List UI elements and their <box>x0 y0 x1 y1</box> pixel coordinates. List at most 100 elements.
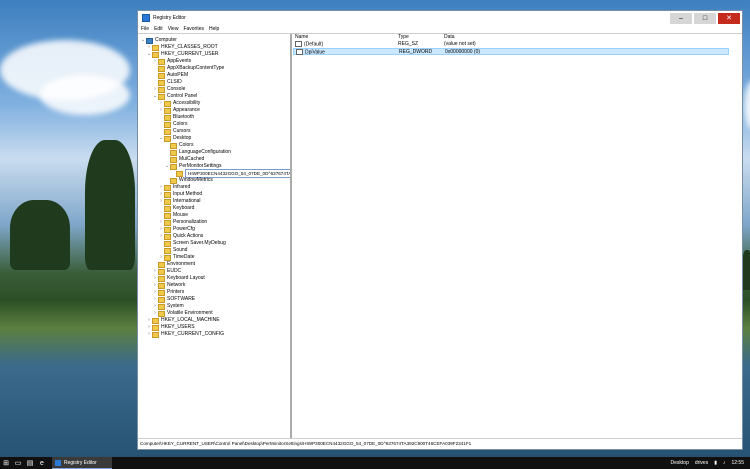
expand-arrow-icon[interactable]: › <box>147 324 151 331</box>
tree-node[interactable]: › HKEY_CLASSES_ROOT <box>147 44 218 51</box>
expand-arrow-icon[interactable]: › <box>147 44 151 51</box>
tree-node[interactable]: Keyboard <box>159 205 194 212</box>
tree-node[interactable]: Cursors <box>159 128 191 135</box>
collapse-arrow-icon[interactable]: ⌄ <box>147 51 151 58</box>
desktop-toolbar[interactable]: Desktop <box>671 460 689 466</box>
tree-node-label: EUDC <box>167 268 182 274</box>
expand-arrow-icon[interactable]: › <box>147 317 151 324</box>
menu-view[interactable]: View <box>168 26 179 32</box>
tree-node[interactable]: › PowerCfg <box>159 226 195 233</box>
tree-node[interactable]: HIWP300ECN4432GGO_54_07DE_0D^637674TA392… <box>171 169 290 178</box>
tree-node[interactable]: › Console <box>153 86 185 93</box>
value-name-cell: DpiValue <box>296 49 325 56</box>
tree-node[interactable]: › Volatile Environment <box>153 310 213 317</box>
tree-node[interactable]: Mouse <box>159 212 188 219</box>
collapse-arrow-icon[interactable]: ⌄ <box>153 93 157 100</box>
tree-node[interactable]: AppXBackupContentType <box>153 65 224 72</box>
menu-file[interactable]: File <box>141 26 149 32</box>
tree-node[interactable]: CLSID <box>153 79 182 86</box>
tree-node[interactable]: › Printers <box>153 289 184 296</box>
tree-node[interactable]: ⌄ Computer <box>141 37 177 44</box>
expand-arrow-icon[interactable]: › <box>153 303 157 310</box>
menu-help[interactable]: Help <box>209 26 219 32</box>
expand-arrow-icon[interactable]: › <box>153 310 157 317</box>
tree-node[interactable]: Environment <box>153 261 195 268</box>
expand-arrow-icon[interactable]: › <box>153 275 157 282</box>
tree-node[interactable]: Colors <box>159 121 187 128</box>
expand-arrow-icon[interactable]: › <box>159 100 163 107</box>
tree-node-label: PowerCfg <box>173 226 195 232</box>
network-icon[interactable]: ▮ <box>714 460 717 466</box>
explorer-icon[interactable]: ▤ <box>24 457 36 469</box>
tree-node[interactable]: › Appearance <box>159 107 200 114</box>
tree-node[interactable]: ⌄ Control Panel <box>153 93 197 100</box>
title-bar[interactable]: Registry Editor – □ ✕ <box>138 11 742 25</box>
minimize-button[interactable]: – <box>670 12 692 24</box>
column-header-name[interactable]: Name <box>295 34 308 40</box>
tree-node[interactable]: ⌄ HKEY_CURRENT_USER <box>147 51 219 58</box>
expand-arrow-icon[interactable]: › <box>159 254 163 261</box>
value-row[interactable]: (Default) REG_SZ (value not set) <box>293 41 729 48</box>
expand-arrow-icon[interactable]: › <box>153 86 157 93</box>
expand-arrow-icon[interactable]: › <box>159 191 163 198</box>
column-header-data[interactable]: Data <box>444 34 455 40</box>
task-view-icon[interactable]: ▭ <box>12 457 24 469</box>
taskbar-app-registry-editor[interactable]: Registry Editor <box>52 457 112 469</box>
tree-node[interactable]: › Quick Actions <box>159 233 203 240</box>
tree-node[interactable]: › Personalization <box>159 219 207 226</box>
column-header-type[interactable]: Type <box>398 34 409 40</box>
value-list-pane[interactable]: Name Type Data (Default) REG_SZ (value not… <box>292 34 742 439</box>
tree-node[interactable]: › Network <box>153 282 185 289</box>
close-button[interactable]: ✕ <box>718 12 740 24</box>
expand-arrow-icon[interactable]: › <box>153 268 157 275</box>
collapse-arrow-icon[interactable]: ⌄ <box>141 37 145 44</box>
clock[interactable]: 12:55 <box>731 460 744 466</box>
edge-browser-icon[interactable]: e <box>36 457 48 469</box>
tree-node[interactable]: › International <box>159 198 201 205</box>
expand-arrow-icon[interactable]: › <box>159 219 163 226</box>
expand-arrow-icon[interactable]: › <box>159 226 163 233</box>
volume-icon[interactable]: ♪ <box>723 460 726 466</box>
expand-arrow-icon[interactable]: › <box>153 296 157 303</box>
tree-node[interactable]: › EUDC <box>153 268 181 275</box>
expand-arrow-icon[interactable]: › <box>147 331 151 338</box>
tree-node[interactable]: › Keyboard Layout <box>153 275 205 282</box>
start-windows-icon[interactable]: ⊞ <box>0 457 12 469</box>
expand-arrow-icon[interactable]: › <box>159 233 163 240</box>
tree-node[interactable]: › Infrared <box>159 184 190 191</box>
expand-arrow-icon[interactable]: › <box>159 107 163 114</box>
tree-node[interactable]: Bluetooth <box>159 114 194 121</box>
drives-toolbar[interactable]: drives <box>695 460 708 466</box>
tree-node[interactable]: Screen Saver.MyDebug <box>159 240 226 247</box>
tree-node[interactable]: › Input Method <box>159 191 202 198</box>
collapse-arrow-icon[interactable]: ⌄ <box>159 135 163 142</box>
key-tree-pane[interactable]: ⌄ Computer › HKEY_CLASSES_ROOT ⌄ HKEY_CURRENT… <box>138 34 292 439</box>
tree-node[interactable]: › TimeDate <box>159 254 195 261</box>
collapse-arrow-icon[interactable]: ⌄ <box>165 163 169 170</box>
expand-arrow-icon[interactable]: › <box>159 184 163 191</box>
tree-node-label: Bluetooth <box>173 114 195 120</box>
tree-node[interactable]: › AppEvents <box>153 58 191 65</box>
menu-favorites[interactable]: Favorites <box>183 26 204 32</box>
tree-node[interactable]: › HKEY_LOCAL_MACHINE <box>147 317 220 324</box>
tree-node[interactable]: MuiCached <box>165 156 204 163</box>
tree-node[interactable]: LanguageConfiguration <box>165 149 231 156</box>
tree-node[interactable]: › HKEY_CURRENT_CONFIG <box>147 331 224 338</box>
tree-node[interactable]: › System <box>153 303 184 310</box>
tree-node[interactable]: Colors <box>165 142 193 149</box>
menu-edit[interactable]: Edit <box>154 26 163 32</box>
maximize-button[interactable]: □ <box>694 12 716 24</box>
tree-node[interactable]: ⌄ Desktop <box>159 135 191 142</box>
tree-node[interactable]: Sound <box>159 247 187 254</box>
value-row[interactable]: DpiValue REG_DWORD 0x00000000 (0) <box>293 48 729 55</box>
tree-node[interactable]: › SOFTWARE <box>153 296 195 303</box>
tree-node[interactable]: › Accessibility <box>159 100 200 107</box>
tree-node[interactable]: › HKEY_USERS <box>147 324 195 331</box>
tree-node[interactable]: AutoPEM <box>153 72 188 79</box>
expand-arrow-icon[interactable]: › <box>153 58 157 65</box>
tree-node[interactable]: WindowMetrics <box>165 177 213 184</box>
expand-arrow-icon[interactable]: › <box>153 282 157 289</box>
expand-arrow-icon[interactable]: › <box>159 198 163 205</box>
expand-arrow-icon[interactable]: › <box>153 289 157 296</box>
tree-node-label: Cursors <box>173 128 191 134</box>
